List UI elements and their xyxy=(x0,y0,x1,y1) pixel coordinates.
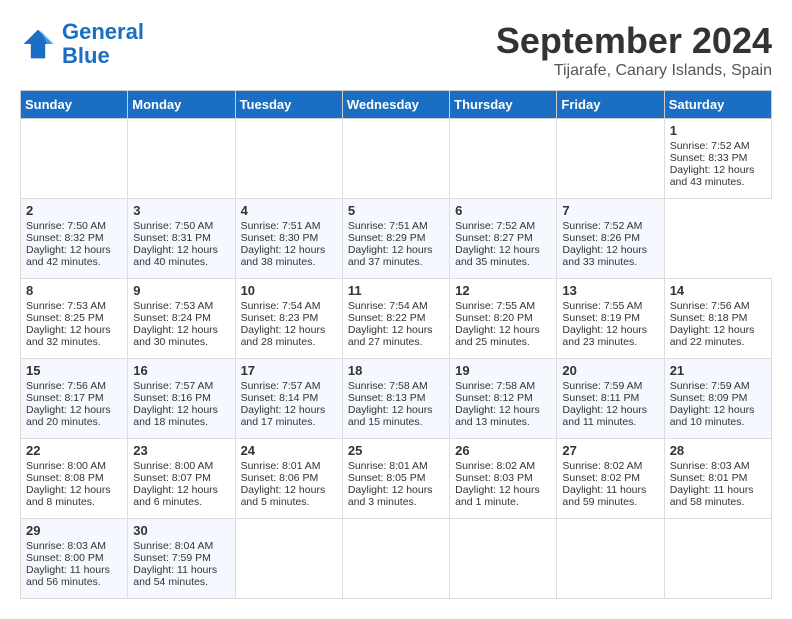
empty-cell xyxy=(557,119,664,199)
calendar-week-2: 2Sunrise: 7:50 AMSunset: 8:32 PMDaylight… xyxy=(21,199,772,279)
day-number: 15 xyxy=(26,363,122,378)
day-cell-27: 27Sunrise: 8:02 AMSunset: 8:02 PMDayligh… xyxy=(557,439,664,519)
day-cell-12: 12Sunrise: 7:55 AMSunset: 8:20 PMDayligh… xyxy=(450,279,557,359)
empty-cell xyxy=(664,519,771,599)
day-number: 5 xyxy=(348,203,444,218)
day-cell-5: 5Sunrise: 7:51 AMSunset: 8:29 PMDaylight… xyxy=(342,199,449,279)
day-cell-26: 26Sunrise: 8:02 AMSunset: 8:03 PMDayligh… xyxy=(450,439,557,519)
day-cell-20: 20Sunrise: 7:59 AMSunset: 8:11 PMDayligh… xyxy=(557,359,664,439)
empty-cell xyxy=(235,519,342,599)
calendar-week-3: 8Sunrise: 7:53 AMSunset: 8:25 PMDaylight… xyxy=(21,279,772,359)
day-number: 10 xyxy=(241,283,337,298)
empty-cell xyxy=(342,519,449,599)
day-number: 19 xyxy=(455,363,551,378)
day-number: 1 xyxy=(670,123,766,138)
day-number: 11 xyxy=(348,283,444,298)
location-subtitle: Tijarafe, Canary Islands, Spain xyxy=(496,62,772,80)
day-cell-7: 7Sunrise: 7:52 AMSunset: 8:26 PMDaylight… xyxy=(557,199,664,279)
calendar-week-6: 29Sunrise: 8:03 AMSunset: 8:00 PMDayligh… xyxy=(21,519,772,599)
day-cell-4: 4Sunrise: 7:51 AMSunset: 8:30 PMDaylight… xyxy=(235,199,342,279)
day-cell-17: 17Sunrise: 7:57 AMSunset: 8:14 PMDayligh… xyxy=(235,359,342,439)
day-cell-1: 1Sunrise: 7:52 AMSunset: 8:33 PMDaylight… xyxy=(664,119,771,199)
day-number: 29 xyxy=(26,523,122,538)
day-cell-25: 25Sunrise: 8:01 AMSunset: 8:05 PMDayligh… xyxy=(342,439,449,519)
day-number: 18 xyxy=(348,363,444,378)
day-number: 26 xyxy=(455,443,551,458)
col-header-saturday: Saturday xyxy=(664,91,771,119)
logo-icon xyxy=(20,26,56,62)
empty-cell xyxy=(235,119,342,199)
empty-cell xyxy=(450,519,557,599)
day-cell-21: 21Sunrise: 7:59 AMSunset: 8:09 PMDayligh… xyxy=(664,359,771,439)
day-cell-28: 28Sunrise: 8:03 AMSunset: 8:01 PMDayligh… xyxy=(664,439,771,519)
day-number: 14 xyxy=(670,283,766,298)
calendar-week-4: 15Sunrise: 7:56 AMSunset: 8:17 PMDayligh… xyxy=(21,359,772,439)
day-cell-11: 11Sunrise: 7:54 AMSunset: 8:22 PMDayligh… xyxy=(342,279,449,359)
day-number: 21 xyxy=(670,363,766,378)
col-header-tuesday: Tuesday xyxy=(235,91,342,119)
calendar-table: SundayMondayTuesdayWednesdayThursdayFrid… xyxy=(20,90,772,599)
day-number: 2 xyxy=(26,203,122,218)
day-number: 9 xyxy=(133,283,229,298)
logo: General Blue xyxy=(20,20,144,68)
day-number: 7 xyxy=(562,203,658,218)
day-cell-3: 3Sunrise: 7:50 AMSunset: 8:31 PMDaylight… xyxy=(128,199,235,279)
day-cell-29: 29Sunrise: 8:03 AMSunset: 8:00 PMDayligh… xyxy=(21,519,128,599)
col-header-thursday: Thursday xyxy=(450,91,557,119)
day-cell-6: 6Sunrise: 7:52 AMSunset: 8:27 PMDaylight… xyxy=(450,199,557,279)
day-cell-30: 30Sunrise: 8:04 AMSunset: 7:59 PMDayligh… xyxy=(128,519,235,599)
calendar-week-1: 1Sunrise: 7:52 AMSunset: 8:33 PMDaylight… xyxy=(21,119,772,199)
day-number: 28 xyxy=(670,443,766,458)
day-cell-10: 10Sunrise: 7:54 AMSunset: 8:23 PMDayligh… xyxy=(235,279,342,359)
day-number: 17 xyxy=(241,363,337,378)
day-cell-22: 22Sunrise: 8:00 AMSunset: 8:08 PMDayligh… xyxy=(21,439,128,519)
empty-cell xyxy=(557,519,664,599)
calendar-week-5: 22Sunrise: 8:00 AMSunset: 8:08 PMDayligh… xyxy=(21,439,772,519)
day-number: 16 xyxy=(133,363,229,378)
day-number: 27 xyxy=(562,443,658,458)
day-number: 30 xyxy=(133,523,229,538)
day-cell-18: 18Sunrise: 7:58 AMSunset: 8:13 PMDayligh… xyxy=(342,359,449,439)
day-number: 20 xyxy=(562,363,658,378)
col-header-sunday: Sunday xyxy=(21,91,128,119)
col-header-monday: Monday xyxy=(128,91,235,119)
day-cell-24: 24Sunrise: 8:01 AMSunset: 8:06 PMDayligh… xyxy=(235,439,342,519)
day-cell-13: 13Sunrise: 7:55 AMSunset: 8:19 PMDayligh… xyxy=(557,279,664,359)
day-number: 23 xyxy=(133,443,229,458)
day-number: 24 xyxy=(241,443,337,458)
day-cell-15: 15Sunrise: 7:56 AMSunset: 8:17 PMDayligh… xyxy=(21,359,128,439)
day-number: 4 xyxy=(241,203,337,218)
day-cell-2: 2Sunrise: 7:50 AMSunset: 8:32 PMDaylight… xyxy=(21,199,128,279)
month-title: September 2024 xyxy=(496,20,772,62)
day-cell-9: 9Sunrise: 7:53 AMSunset: 8:24 PMDaylight… xyxy=(128,279,235,359)
day-number: 6 xyxy=(455,203,551,218)
day-cell-16: 16Sunrise: 7:57 AMSunset: 8:16 PMDayligh… xyxy=(128,359,235,439)
logo-text: General Blue xyxy=(62,20,144,68)
day-cell-8: 8Sunrise: 7:53 AMSunset: 8:25 PMDaylight… xyxy=(21,279,128,359)
empty-cell xyxy=(342,119,449,199)
day-cell-23: 23Sunrise: 8:00 AMSunset: 8:07 PMDayligh… xyxy=(128,439,235,519)
empty-cell xyxy=(450,119,557,199)
day-cell-19: 19Sunrise: 7:58 AMSunset: 8:12 PMDayligh… xyxy=(450,359,557,439)
empty-cell xyxy=(21,119,128,199)
day-number: 8 xyxy=(26,283,122,298)
day-number: 3 xyxy=(133,203,229,218)
empty-cell xyxy=(128,119,235,199)
col-header-friday: Friday xyxy=(557,91,664,119)
title-block: September 2024 Tijarafe, Canary Islands,… xyxy=(496,20,772,80)
day-number: 13 xyxy=(562,283,658,298)
col-header-wednesday: Wednesday xyxy=(342,91,449,119)
day-cell-14: 14Sunrise: 7:56 AMSunset: 8:18 PMDayligh… xyxy=(664,279,771,359)
day-number: 22 xyxy=(26,443,122,458)
page-header: General Blue September 2024 Tijarafe, Ca… xyxy=(20,20,772,80)
day-number: 25 xyxy=(348,443,444,458)
day-number: 12 xyxy=(455,283,551,298)
